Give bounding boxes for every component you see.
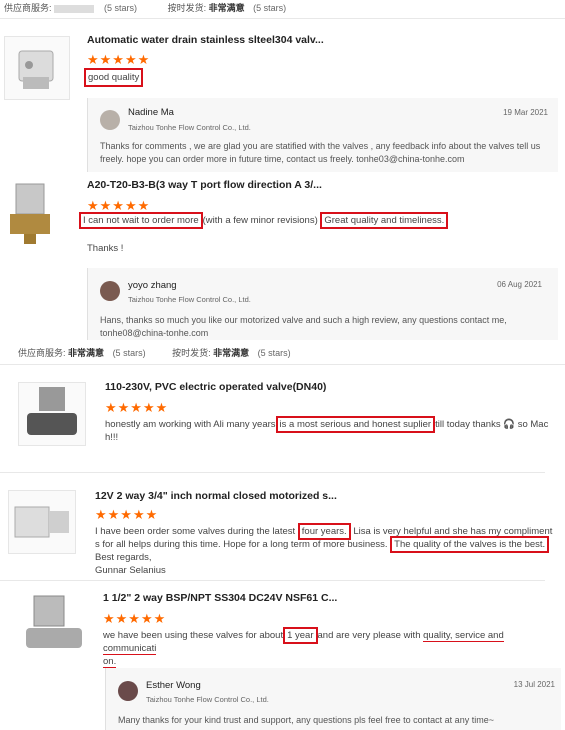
reply-text: Thanks for comments , we are glad you ar…	[100, 141, 541, 164]
highlighted-text: I can not wait to order more	[79, 212, 203, 229]
reply-author: Nadine Ma	[128, 107, 174, 118]
service-stars: (5 stars)	[112, 348, 146, 358]
product-title[interactable]: A20-T20-B3-B(3 way T port flow direction…	[87, 179, 387, 191]
valve-image	[26, 595, 82, 648]
highlighted-text: four years.	[297, 523, 351, 540]
highlighted-text: The quality of the valves is the best.	[390, 536, 550, 553]
shipping-label: 按时发货:	[167, 3, 207, 13]
divider	[0, 18, 565, 19]
review-text: good quality	[84, 68, 144, 87]
shipping-rating: 非常满意	[213, 348, 250, 358]
product-title[interactable]: Automatic water drain stainless slteel30…	[87, 34, 387, 46]
reply-date: 19 Mar 2021	[503, 108, 548, 117]
highlighted-text: Great quality and timeliness.	[320, 212, 449, 229]
valve-image	[18, 50, 54, 89]
product-thumbnail[interactable]	[8, 490, 76, 554]
divider	[0, 364, 565, 365]
review-text-thanks: Thanks !	[87, 243, 124, 254]
product-title[interactable]: 12V 2 way 3/4" inch normal closed motori…	[95, 490, 395, 502]
shipping-rating: 非常满意	[208, 3, 245, 13]
star-rating: ★★★★★	[103, 611, 167, 626]
divider	[0, 472, 545, 473]
reply-author: Esther Wong	[146, 680, 201, 691]
text-segment: h!!!	[105, 432, 119, 443]
text-segment: till today thanks 🎧 so Mac	[435, 419, 549, 430]
text-segment: Best regards,	[95, 552, 152, 563]
text-segment: we have been using these valves for abou…	[103, 630, 284, 641]
product-thumbnail[interactable]	[18, 382, 86, 446]
rating-meta-row: 供应商服务: 非常满意 (5 stars) 按时发货: 非常满意 (5 star…	[18, 346, 291, 359]
avatar	[100, 110, 120, 130]
review-text: I can not wait to order more (with a few …	[79, 212, 449, 229]
shipping-stars: (5 stars)	[253, 3, 287, 13]
text-segment: Gunnar Selanius	[95, 565, 166, 576]
avatar	[100, 281, 120, 301]
reply-company: Taizhou Tonhe Flow Control Co., Ltd.	[128, 295, 251, 304]
service-label: 供应商服务:	[4, 3, 52, 13]
service-label: 供应商服务:	[18, 348, 66, 358]
star-rating: ★★★★★	[87, 198, 151, 213]
text-segment: (with a few minor revisions)	[202, 215, 318, 226]
star-rating: ★★★★★	[95, 507, 159, 522]
product-thumbnail[interactable]	[0, 178, 64, 248]
reply-author: yoyo zhang	[128, 280, 177, 291]
reply-company: Taizhou Tonhe Flow Control Co., Ltd.	[146, 695, 269, 704]
shipping-label: 按时发货:	[172, 348, 211, 358]
text-segment: I have been order some valves during the…	[95, 526, 296, 537]
reply-text: Hans, thanks so much you like our motori…	[100, 315, 507, 338]
highlighted-text: 1 year	[283, 627, 318, 644]
valve-image	[27, 387, 77, 435]
rating-meta-row: 供应商服务: (5 stars) 按时发货: 非常满意 (5 stars)	[4, 1, 286, 14]
divider	[0, 580, 545, 581]
shipping-stars: (5 stars)	[257, 348, 291, 358]
service-stars: (5 stars)	[104, 3, 138, 13]
product-thumbnail[interactable]	[20, 592, 90, 660]
product-title[interactable]: 1 1/2" 2 way BSP/NPT SS304 DC24V NSF61 C…	[103, 592, 403, 604]
review-text: I have been order some valves during the…	[95, 523, 555, 577]
valve-image	[14, 506, 69, 538]
reply-date: 13 Jul 2021	[513, 680, 555, 689]
service-rating: 非常满意	[68, 348, 105, 358]
reply-company: Taizhou Tonhe Flow Control Co., Ltd.	[128, 123, 251, 132]
reply-date: 06 Aug 2021	[497, 280, 542, 289]
star-rating: ★★★★★	[87, 52, 151, 67]
valve-image	[10, 183, 50, 244]
text-segment: and are very please with	[317, 630, 421, 641]
avatar	[118, 681, 138, 701]
seller-reply: yoyo zhang Taizhou Tonhe Flow Control Co…	[87, 268, 558, 340]
product-thumbnail[interactable]	[4, 36, 70, 100]
highlighted-text: is a most serious and honest suplier	[275, 416, 436, 433]
star-rating: ★★★★★	[105, 400, 169, 415]
product-title[interactable]: 110-230V, PVC electric operated valve(DN…	[105, 381, 405, 393]
seller-reply: Esther Wong Taizhou Tonhe Flow Control C…	[105, 668, 561, 730]
text-segment: s for all helps during this time. Hope f…	[95, 539, 388, 550]
text-segment: honestly am working with Ali many years	[105, 419, 276, 430]
seller-reply: Nadine Ma Taizhou Tonhe Flow Control Co.…	[87, 98, 558, 172]
underlined-text: on.	[103, 656, 117, 668]
blurred-text	[53, 4, 94, 13]
review-text: we have been using these valves for abou…	[103, 627, 555, 668]
reply-text: Many thanks for your kind trust and supp…	[118, 715, 494, 725]
review-text: honestly am working with Ali many years i…	[105, 416, 555, 444]
